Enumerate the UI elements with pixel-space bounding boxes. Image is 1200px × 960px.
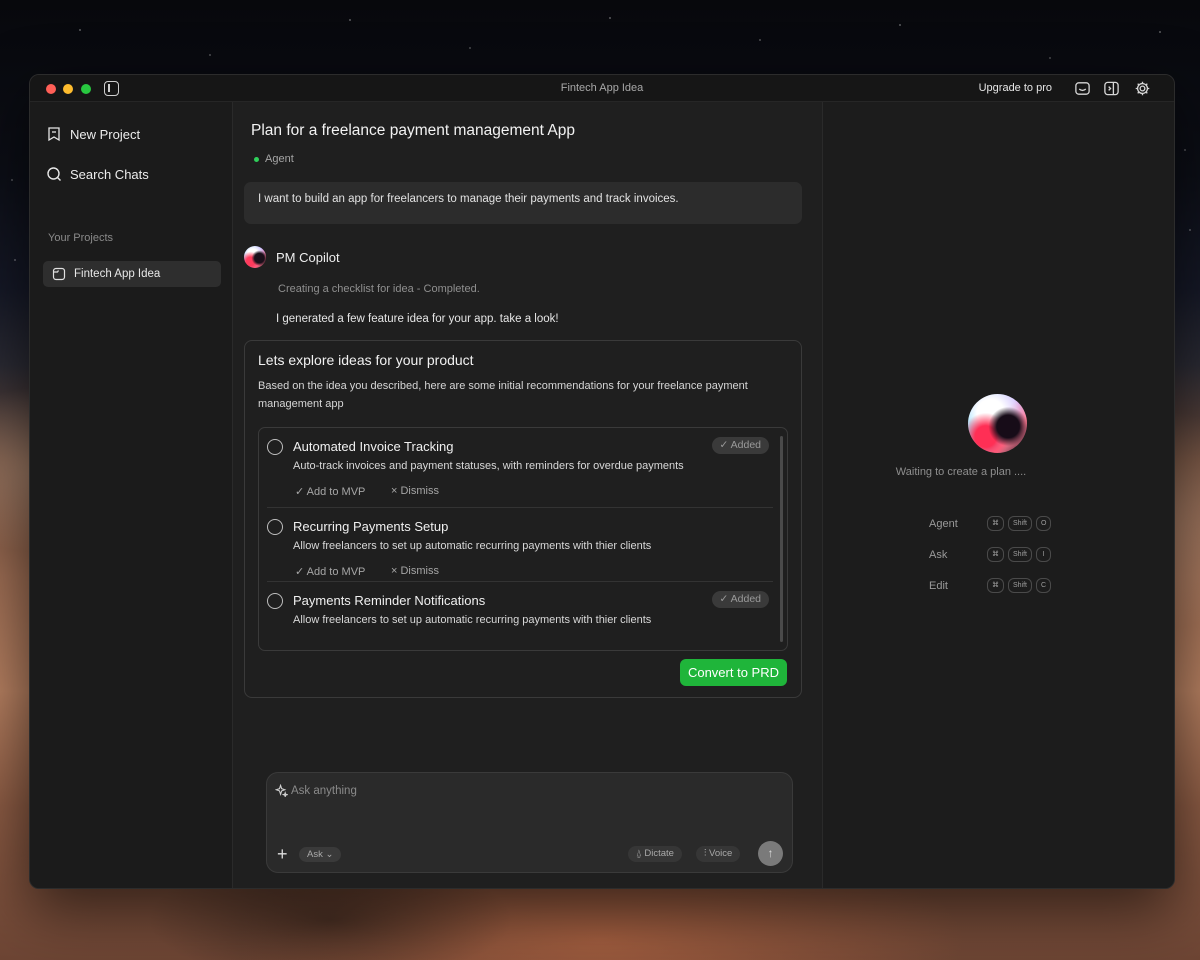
copilot-avatar-icon [244, 246, 266, 268]
page-title: Plan for a freelance payment management … [251, 122, 575, 139]
ideas-card-title: Lets explore ideas for your product [258, 352, 474, 368]
feature-select-radio[interactable] [267, 439, 283, 455]
new-project-button[interactable]: New Project [46, 126, 140, 142]
voice-button[interactable]: ⫶ Voice [696, 846, 741, 862]
shortcut-label: Agent [929, 517, 958, 530]
feature-item: Recurring Payments Setup Allow freelance… [267, 507, 773, 581]
settings-gear-icon[interactable] [1134, 80, 1151, 97]
ask-input[interactable] [291, 781, 771, 801]
projects-section-label: Your Projects [48, 232, 114, 244]
dismiss-button[interactable]: × Dismiss [391, 485, 439, 497]
new-project-label: New Project [70, 126, 141, 142]
project-label: Fintech App Idea [74, 268, 161, 280]
feature-description: Allow freelancers to set up automatic re… [293, 540, 652, 552]
voice-label: Voice [709, 848, 733, 859]
plan-panel: Waiting to create a plan .... Agent ⌘ Sh… [823, 102, 1174, 888]
shortcut-agent: Agent ⌘ Shift O [929, 516, 1055, 531]
key-cap: ⌘ [987, 578, 1004, 593]
upgrade-to-pro-link[interactable]: Upgrade to pro [979, 82, 1052, 94]
feature-item: Payments Reminder Notifications ✓ Added … [267, 581, 773, 650]
app-window: Fintech App Idea Upgrade to pro New Proj… [29, 74, 1175, 889]
key-cap: ⌘ [987, 547, 1004, 562]
sparkle-icon [275, 784, 288, 797]
agent-mode-indicator: Agent [254, 153, 294, 165]
key-cap: Shift [1008, 547, 1033, 562]
search-icon [47, 167, 61, 181]
chat-panel: Plan for a freelance payment management … [233, 102, 823, 888]
add-attachment-button[interactable]: + [277, 845, 288, 863]
mic-icon: ⍙ [636, 848, 642, 859]
shortcut-ask: Ask ⌘ Shift I [929, 547, 1055, 562]
key-cap: I [1036, 547, 1052, 562]
mode-select[interactable]: Ask ⌄ [299, 847, 342, 862]
search-chats-button[interactable]: Search Chats [46, 166, 149, 182]
new-project-icon [48, 127, 60, 142]
folder-icon [52, 267, 66, 281]
shortcut-label: Ask [929, 548, 948, 561]
inbox-icon[interactable] [1074, 80, 1091, 97]
add-to-mvp-button[interactable]: ✓ Add to MVP [295, 485, 365, 498]
convert-to-prd-button[interactable]: Convert to PRD [679, 659, 787, 686]
added-badge: ✓ Added [711, 591, 769, 608]
composer: + Ask ⌄ ⍙ Dictate ⫶ Voice ↑ [266, 772, 793, 873]
key-cap: ⌘ [987, 516, 1004, 531]
assistant-name: PM Copilot [276, 249, 340, 265]
feature-title: Automated Invoice Tracking [293, 439, 454, 454]
send-button[interactable]: ↑ [758, 841, 783, 866]
search-chats-label: Search Chats [70, 166, 149, 182]
assistant-header: PM Copilot [244, 246, 340, 268]
key-cap: C [1036, 578, 1052, 593]
assistant-intro: I generated a few feature idea for your … [276, 313, 559, 325]
waiting-status: Waiting to create a plan .... [895, 466, 1027, 478]
user-message: I want to build an app for freelancers t… [244, 182, 802, 224]
key-cap: Shift [1008, 516, 1033, 531]
feature-list: Automated Invoice Tracking ✓ Added Auto-… [258, 427, 788, 651]
added-badge: ✓ Added [711, 437, 769, 454]
copilot-orb-icon [968, 394, 1027, 453]
feature-select-radio[interactable] [267, 519, 283, 535]
key-cap: O [1036, 516, 1052, 531]
status-dot-icon [254, 156, 259, 162]
feature-select-radio[interactable] [267, 593, 283, 609]
feature-item: Automated Invoice Tracking ✓ Added Auto-… [259, 428, 773, 508]
feature-description: Auto-track invoices and payment statuses… [293, 460, 684, 472]
feature-description: Allow freelancers to set up automatic re… [293, 614, 652, 626]
key-cap: Shift [1008, 578, 1033, 593]
sidebar: New Project Search Chats Your Projects F… [30, 102, 233, 888]
sidebar-item-project[interactable]: Fintech App Idea [43, 261, 221, 287]
ideas-card-description: Based on the idea you described, here ar… [258, 380, 748, 410]
feature-title: Payments Reminder Notifications [293, 593, 486, 608]
assistant-status: Creating a checklist for idea - Complete… [278, 283, 480, 295]
mode-label: Agent [265, 153, 294, 165]
dictate-button[interactable]: ⍙ Dictate [628, 846, 682, 862]
ideas-card: Lets explore ideas for your product Base… [244, 340, 802, 698]
waveform-icon: ⫶ [704, 848, 707, 859]
feature-title: Recurring Payments Setup [293, 519, 449, 534]
dismiss-button[interactable]: × Dismiss [391, 565, 439, 577]
dictate-label: Dictate [644, 848, 674, 859]
title-bar: Fintech App Idea Upgrade to pro [30, 75, 1174, 102]
shortcut-label: Edit [929, 579, 948, 592]
feature-list-scrollbar[interactable] [780, 436, 783, 642]
shortcut-edit: Edit ⌘ Shift C [929, 578, 1055, 593]
add-to-mvp-button[interactable]: ✓ Add to MVP [295, 565, 365, 578]
panel-toggle-icon[interactable] [1103, 80, 1120, 97]
